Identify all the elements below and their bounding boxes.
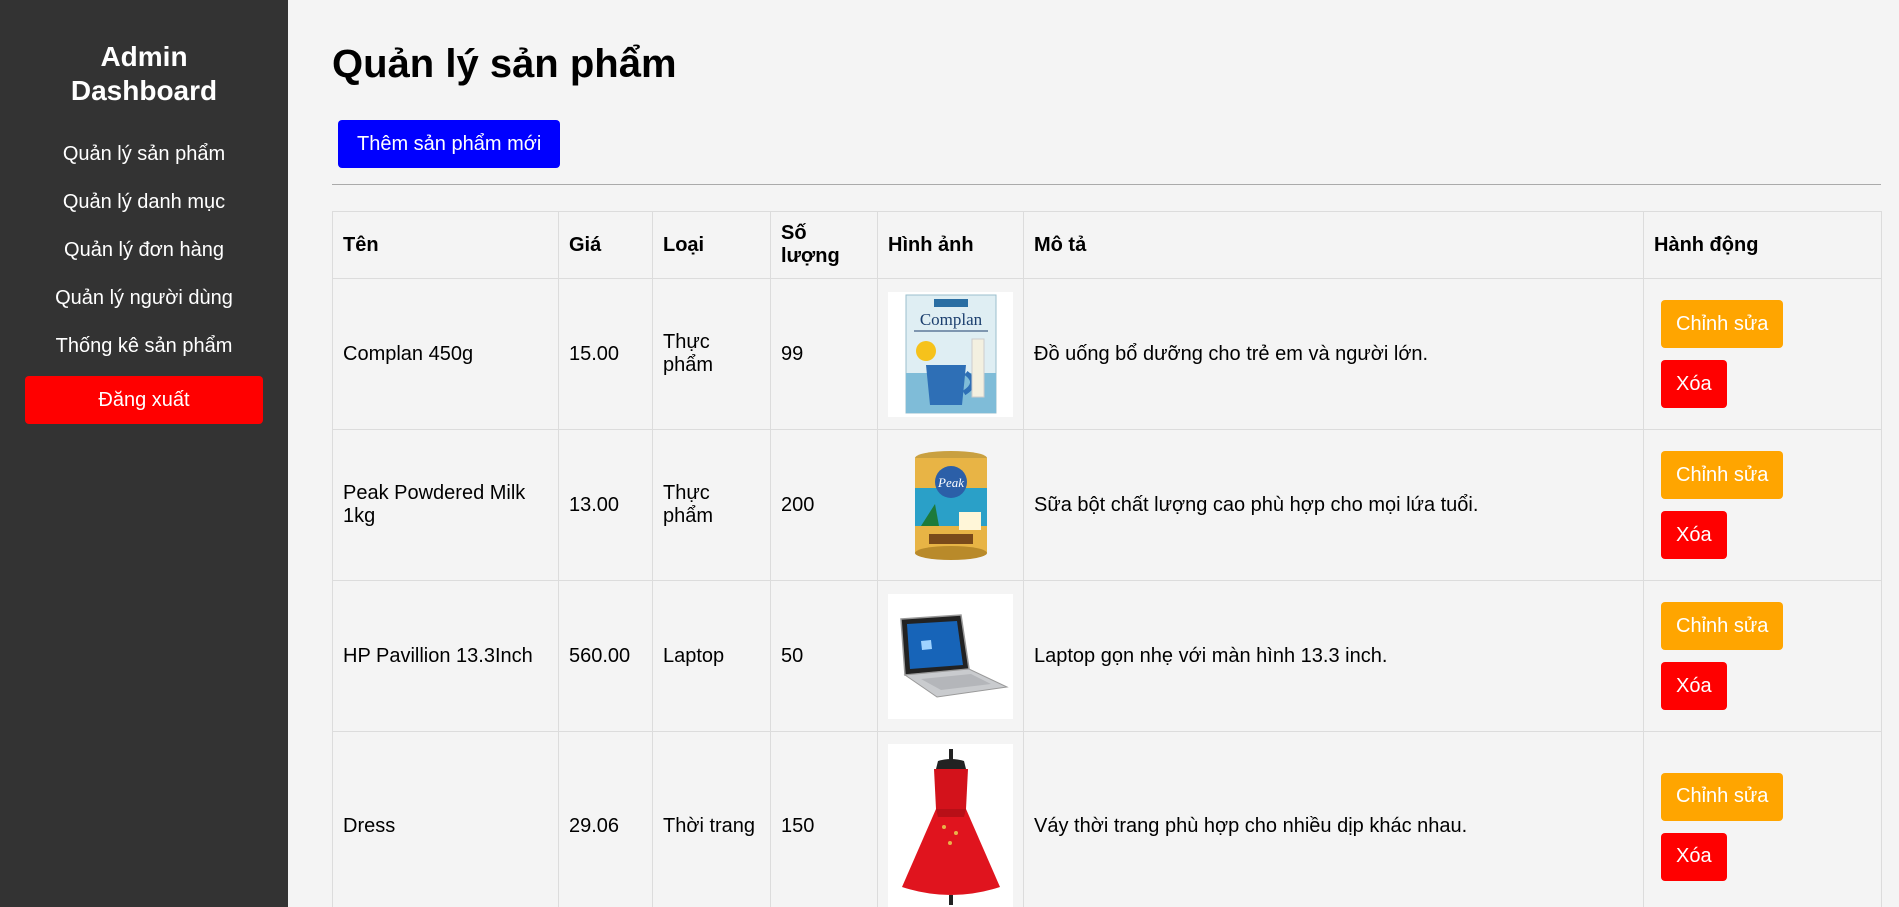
sidebar-title-line2: Dashboard [70,75,218,106]
table-row: Complan 450g 15.00 Thực phẩm 99 Complan [332,278,1882,430]
page-title: Quản lý sản phẩm [332,42,677,86]
product-description: Váy thời trang phù hợp cho nhiều dịp khá… [1023,731,1644,907]
sidebar-item-users[interactable]: Quản lý người dùng [0,274,288,322]
product-price: 560.00 [558,580,653,732]
edit-button[interactable]: Chỉnh sửa [1661,451,1784,499]
sidebar-title-line1: Admin [100,41,188,72]
product-actions: Chỉnh sửa Xóa [1643,580,1882,732]
sidebar-item-products[interactable]: Quản lý sản phẩm [0,130,288,178]
product-actions: Chỉnh sửa Xóa [1643,731,1882,907]
product-description: Đồ uống bổ dưỡng cho trẻ em và người lớn… [1023,278,1644,430]
products-table: Tên Giá Loại Số lượng Hình ảnh Mô tả Hàn… [332,211,1882,907]
product-image-cell [877,580,1024,732]
product-name: Complan 450g [332,278,559,430]
logout-button[interactable]: Đăng xuất [25,376,263,424]
product-price: 13.00 [558,429,653,581]
product-image-cell: Complan [877,278,1024,430]
product-type: Thời trang [652,731,771,907]
add-product-button[interactable]: Thêm sản phẩm mới [338,120,561,168]
product-quantity: 200 [770,429,878,581]
red-dress-image [888,744,1013,907]
header-price: Giá [558,211,653,279]
edit-button[interactable]: Chỉnh sửa [1661,602,1784,650]
delete-button[interactable]: Xóa [1661,662,1727,710]
product-type: Laptop [652,580,771,732]
product-name: HP Pavillion 13.3Inch [332,580,559,732]
product-image-cell [877,731,1024,907]
product-price: 15.00 [558,278,653,430]
header-name: Tên [332,211,559,279]
sidebar-item-categories[interactable]: Quản lý danh mục [0,178,288,226]
table-row: HP Pavillion 13.3Inch 560.00 Laptop 50 L… [332,580,1882,732]
header-type: Loại [652,211,771,279]
product-image-cell: Peak [877,429,1024,581]
product-quantity: 50 [770,580,878,732]
edit-button[interactable]: Chỉnh sửa [1661,772,1784,821]
header-description: Mô tả [1023,211,1644,279]
product-description: Sữa bột chất lượng cao phù hợp cho mọi l… [1023,429,1644,581]
edit-button[interactable]: Chỉnh sửa [1661,300,1784,348]
product-type: Thực phẩm [652,278,771,430]
product-name: Dress [332,731,559,907]
header-actions: Hành động [1643,211,1882,279]
table-row: Dress 29.06 Thời trang 150 Váy thời tran… [332,731,1882,907]
main-content: Quản lý sản phẩm Thêm sản phẩm mới Tên G… [332,0,1882,907]
delete-button[interactable]: Xóa [1661,360,1727,408]
svg-text:Peak: Peak [937,475,964,490]
header-image: Hình ảnh [877,211,1024,279]
divider [332,184,1881,185]
sidebar-nav: Quản lý sản phẩm Quản lý danh mục Quản l… [0,130,288,370]
peak-milk-can-image: Peak [888,443,1013,568]
sidebar: Admin Dashboard Quản lý sản phẩm Quản lý… [0,0,288,907]
product-type: Thực phẩm [652,429,771,581]
product-name: Peak Powdered Milk 1kg [332,429,559,581]
delete-button[interactable]: Xóa [1661,511,1727,559]
product-quantity: 99 [770,278,878,430]
svg-text:Complan: Complan [919,310,982,329]
product-description: Laptop gọn nhẹ với màn hình 13.3 inch. [1023,580,1644,732]
product-actions: Chỉnh sửa Xóa [1643,429,1882,581]
table-row: Peak Powdered Milk 1kg 13.00 Thực phẩm 2… [332,429,1882,581]
laptop-image [888,593,1013,719]
table-header-row: Tên Giá Loại Số lượng Hình ảnh Mô tả Hàn… [332,211,1882,279]
product-actions: Chỉnh sửa Xóa [1643,278,1882,430]
sidebar-item-orders[interactable]: Quản lý đơn hàng [0,226,288,274]
header-quantity: Số lượng [770,211,878,279]
sidebar-title: Admin Dashboard [0,40,288,108]
sidebar-item-statistics[interactable]: Thống kê sản phẩm [0,322,288,370]
delete-button[interactable]: Xóa [1661,832,1727,881]
product-price: 29.06 [558,731,653,907]
complan-box-image: Complan [888,291,1013,417]
product-quantity: 150 [770,731,878,907]
